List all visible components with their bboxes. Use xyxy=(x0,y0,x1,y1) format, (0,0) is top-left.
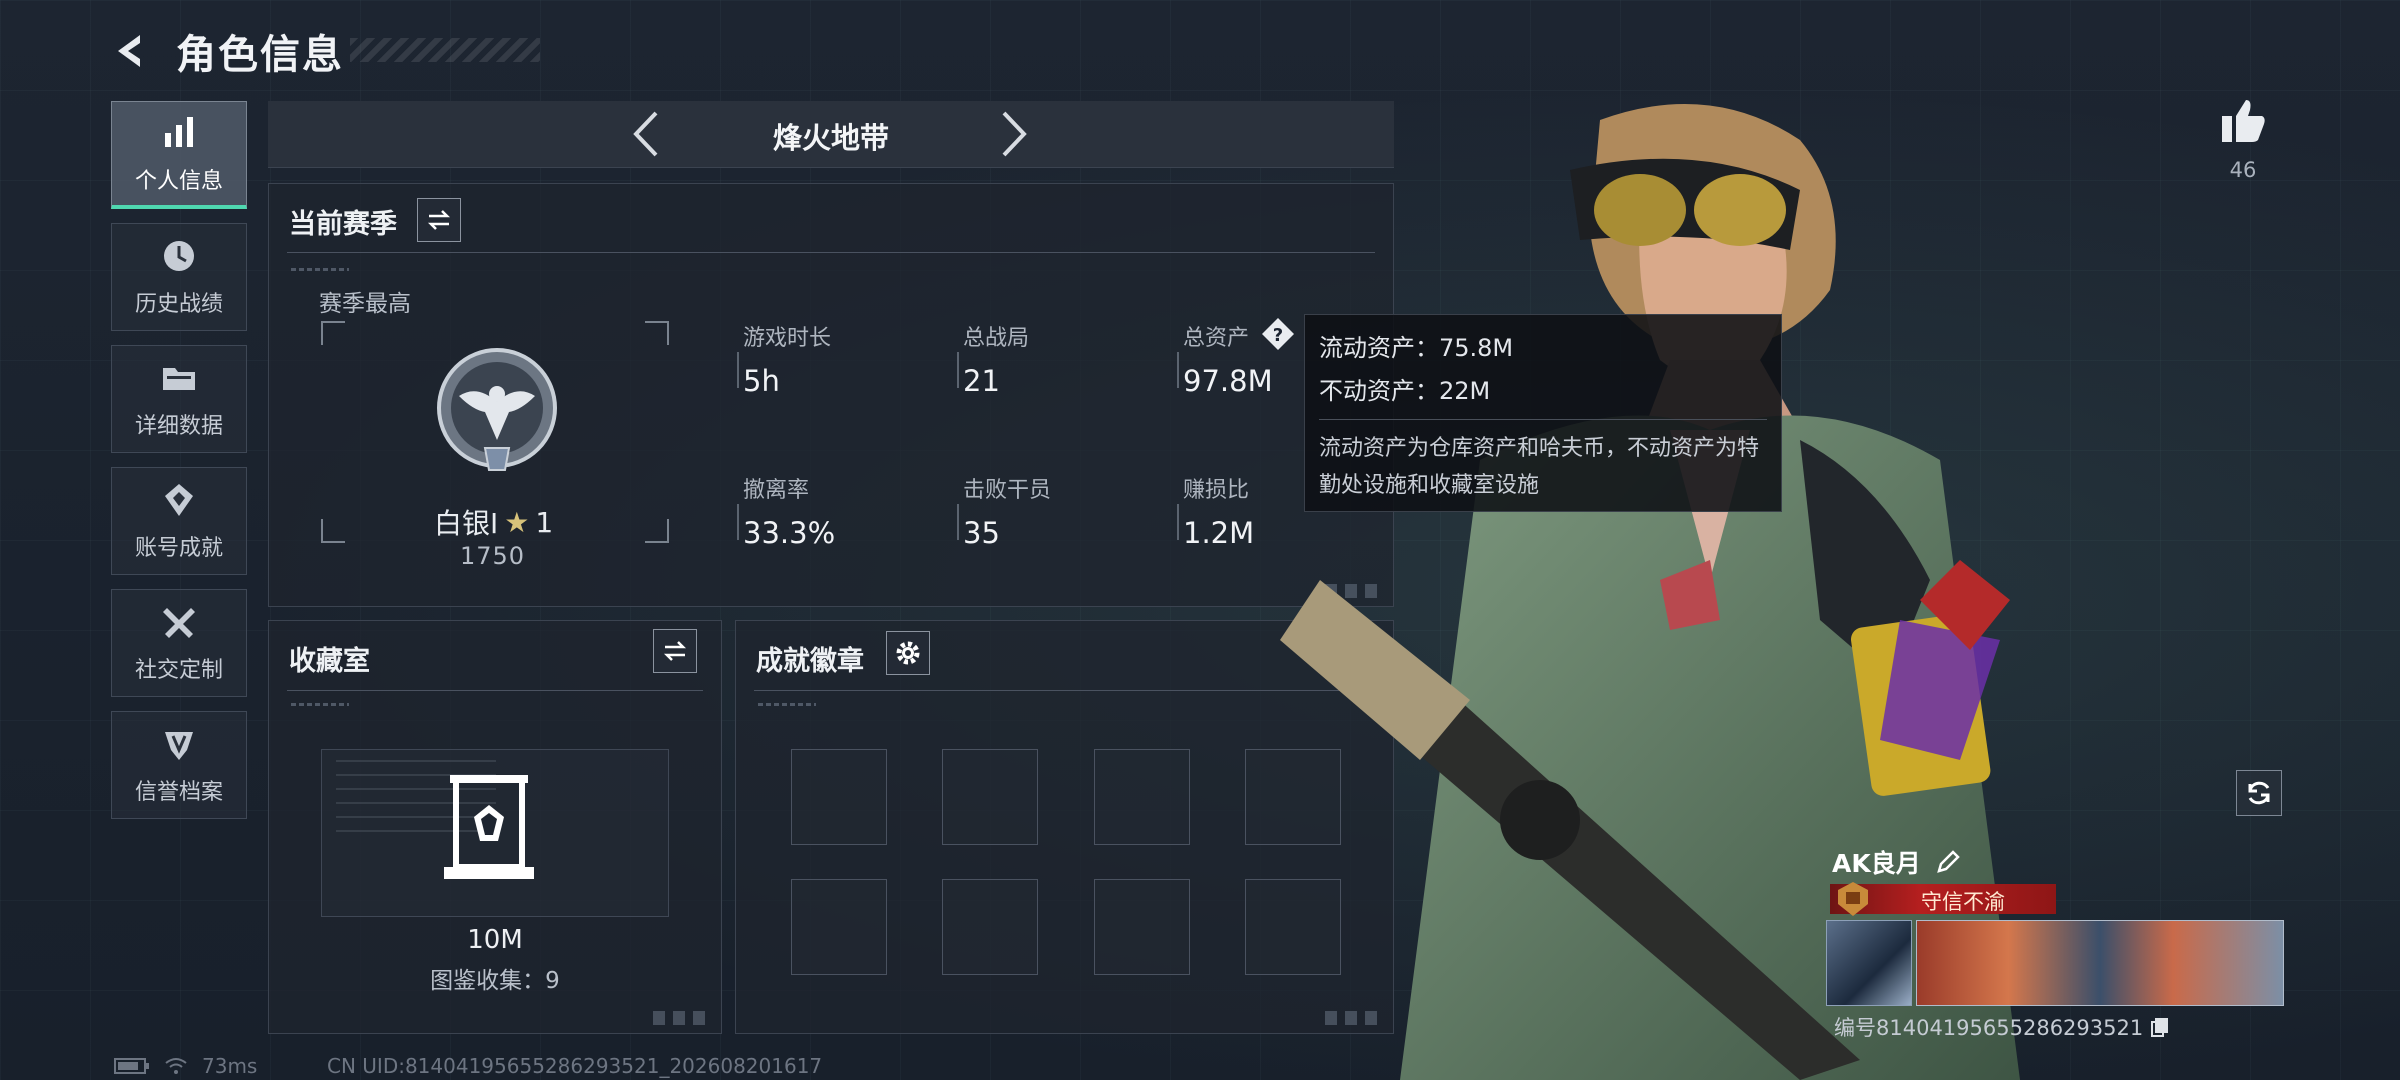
sidebar-item-label: 信誉档案 xyxy=(134,780,223,805)
badge-slot[interactable] xyxy=(942,749,1038,845)
tooltip-fixed-assets: 不动资产：22M xyxy=(1319,377,1491,405)
chevron-right-icon[interactable] xyxy=(990,109,1036,159)
stat-label: 击败干员 xyxy=(963,478,1052,503)
refresh-button[interactable] xyxy=(2236,770,2282,816)
header: 角色信息 xyxy=(110,22,344,80)
back-arrow-icon[interactable] xyxy=(110,29,154,73)
tools-icon xyxy=(163,608,195,638)
sidebar-item-personal-info[interactable]: 个人信息 xyxy=(111,101,247,209)
uid-text: CN UID:81404195655286293521_202608201617 xyxy=(327,1054,823,1078)
wifi-icon xyxy=(165,1058,187,1074)
collection-value: 10M xyxy=(467,925,523,955)
divider xyxy=(287,252,1375,253)
sidebar-item-label: 个人信息 xyxy=(134,168,223,194)
rank-score: 1750 xyxy=(460,542,526,570)
sidebar-item-label: 详细数据 xyxy=(134,414,223,439)
stat-play-time: 游戏时长 5h xyxy=(737,320,832,398)
star-icon: ★ xyxy=(504,505,530,539)
title-stripe xyxy=(350,38,540,62)
decor-dash xyxy=(758,703,816,706)
like-count: 46 xyxy=(2229,158,2257,182)
badge-slot[interactable] xyxy=(791,879,887,975)
avatar[interactable] xyxy=(1826,920,1912,1006)
player-title: 守信不渝 xyxy=(1921,890,2005,914)
sidebar: 个人信息 历史战绩 详细数据 账号成就 社交定制 信誉档案 xyxy=(111,101,249,833)
divider xyxy=(1319,419,1767,420)
season-best-label: 赛季最高 xyxy=(319,291,411,317)
gear-icon xyxy=(896,641,920,665)
collection-switch-button[interactable] xyxy=(653,629,697,673)
divider xyxy=(287,690,703,691)
sidebar-item-label: 社交定制 xyxy=(134,658,223,683)
player-name: AK良月 xyxy=(1832,849,1921,878)
achievement-title: 成就徽章 xyxy=(756,646,864,677)
collection-title: 收藏室 xyxy=(289,646,370,677)
rank-name: 白银I ★ 1 xyxy=(434,502,553,542)
ping-value: 73ms xyxy=(202,1054,258,1078)
folder-icon xyxy=(163,368,195,390)
season-switch-button[interactable] xyxy=(417,198,461,242)
stat-value: 33.3% xyxy=(743,516,836,550)
stat-label: 游戏时长 xyxy=(743,326,832,351)
mode-selector: 烽火地带 xyxy=(268,101,1394,168)
sidebar-item-detailed-data[interactable]: 详细数据 xyxy=(111,345,247,453)
stat-total-matches: 总战局 21 xyxy=(957,320,1030,398)
sidebar-item-credit-record[interactable]: 信誉档案 xyxy=(111,711,247,819)
sidebar-item-label: 账号成就 xyxy=(134,536,223,561)
collection-panel: 收藏室 10M 图鉴收集：9 xyxy=(268,620,722,1034)
bar-chart-icon xyxy=(165,116,193,147)
decor-marks xyxy=(653,1011,713,1025)
battery-icon xyxy=(114,1058,149,1074)
stat-value: 5h xyxy=(743,364,780,398)
tooltip-liquid-assets: 流动资产：75.8M xyxy=(1319,334,1514,362)
decor-dash xyxy=(291,703,349,706)
collection-count: 图鉴收集：9 xyxy=(430,968,560,994)
stat-value: 35 xyxy=(963,516,1000,550)
badge-slot[interactable] xyxy=(942,879,1038,975)
stat-operators-defeated: 击败干员 35 xyxy=(957,472,1052,550)
stat-label: 撤离率 xyxy=(743,478,810,503)
player-name-row: AK良月 xyxy=(1832,844,1961,880)
swap-icon xyxy=(427,210,451,230)
sidebar-item-social-custom[interactable]: 社交定制 xyxy=(111,589,247,697)
player-id-row: 编号81404195655286293521 xyxy=(1834,1012,2171,1042)
sidebar-item-label: 历史战绩 xyxy=(134,292,223,317)
season-panel: 当前赛季 赛季最高 白银I ★ 1 1750 游戏时长 5h 总战局 21 总资… xyxy=(268,183,1394,607)
swap-icon xyxy=(663,641,687,661)
mode-title: 烽火地带 xyxy=(772,121,889,155)
stat-extract-rate: 撤离率 33.3% xyxy=(737,472,836,550)
history-icon xyxy=(164,241,194,271)
badge-slot[interactable] xyxy=(1094,879,1190,975)
achievement-icon xyxy=(165,484,193,516)
badge-slot[interactable] xyxy=(791,749,887,845)
rank-emblem-icon xyxy=(437,348,557,471)
page-title: 角色信息 xyxy=(176,32,344,78)
tooltip-description: 流动资产为仓库资产和哈夫币，不动资产为特勤处设施和收藏室设施 xyxy=(1319,436,1760,498)
stat-label: 总战局 xyxy=(963,326,1030,351)
edit-icon[interactable] xyxy=(1935,849,1961,875)
badge-slot[interactable] xyxy=(1094,749,1190,845)
like-thumb-icon[interactable] xyxy=(2218,96,2268,146)
rank-stars: 1 xyxy=(535,505,554,539)
player-title-badge: 守信不渝 xyxy=(1830,882,2056,916)
copy-icon[interactable] xyxy=(2149,1016,2171,1038)
stat-value: 21 xyxy=(963,364,1000,398)
player-id: 编号81404195655286293521 xyxy=(1834,1016,2144,1040)
sidebar-item-account-achievements[interactable]: 账号成就 xyxy=(111,467,247,575)
season-title: 当前赛季 xyxy=(289,209,397,240)
credit-icon xyxy=(165,732,193,760)
achievement-settings-button[interactable] xyxy=(886,631,930,675)
decor-dash xyxy=(291,268,349,271)
sidebar-item-history[interactable]: 历史战绩 xyxy=(111,223,247,331)
rank-name-text: 白银I xyxy=(434,507,499,540)
player-banner[interactable] xyxy=(1916,920,2284,1006)
status-bar: 73ms xyxy=(114,1054,257,1078)
collection-vault-icon xyxy=(444,775,534,879)
refresh-icon xyxy=(2248,781,2270,805)
asset-tooltip: 流动资产：75.8M 不动资产：22M 流动资产为仓库资产和哈夫币，不动资产为特… xyxy=(1304,314,1782,512)
